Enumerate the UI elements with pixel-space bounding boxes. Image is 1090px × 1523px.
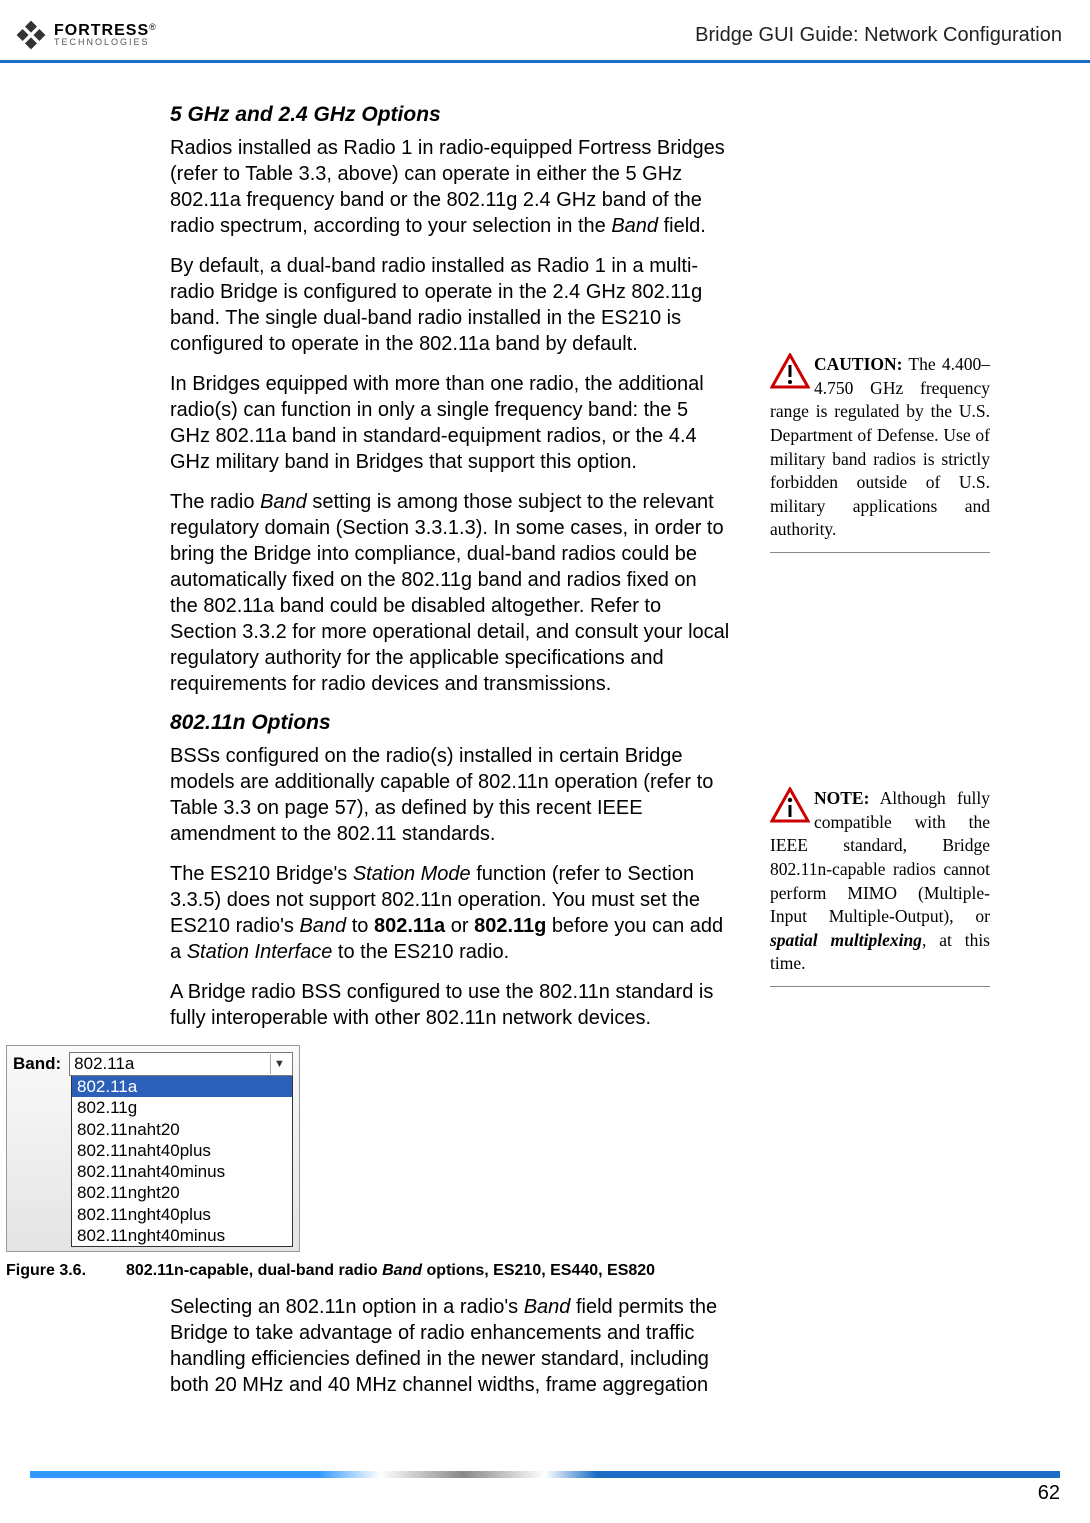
band-option[interactable]: 802.11a [72,1076,292,1097]
header-title: Bridge GUI Guide: Network Configuration [695,24,1062,47]
band-selected-value: 802.11a [74,1054,134,1074]
paragraph: The ES210 Bridge's Station Mode function… [170,861,730,965]
figure-caption-text: 802.11n-capable, dual-band radio Band op… [126,1262,655,1280]
page-number: 62 [30,1482,1060,1505]
figure-caption: Figure 3.6. 802.11n-capable, dual-band r… [6,1262,730,1280]
logo-diamond-icon [14,18,48,52]
page-content: 5 GHz and 2.4 GHz Options Radios install… [0,63,1090,1412]
band-option-list: 802.11a 802.11g 802.11naht20 802.11naht4… [71,1075,293,1247]
logo: FORTRESS® TECHNOLOGIES [14,18,156,52]
logo-text: FORTRESS® TECHNOLOGIES [54,23,156,47]
paragraph: In Bridges equipped with more than one r… [170,371,730,475]
note-callout: NOTE: Although fully compatible with the… [770,787,990,987]
section-heading-80211n: 802.11n Options [170,711,730,735]
paragraph: BSSs configured on the radio(s) installe… [170,743,730,847]
paragraph: By default, a dual-band radio installed … [170,253,730,357]
band-option[interactable]: 802.11naht40plus [72,1140,292,1161]
band-select[interactable]: 802.11a ▼ [69,1052,293,1076]
paragraph: The radio Band setting is among those su… [170,489,730,697]
logo-line2: TECHNOLOGIES [54,38,156,47]
page-header: FORTRESS® TECHNOLOGIES Bridge GUI Guide:… [0,0,1090,63]
band-combobox: Band: 802.11a ▼ 802.11a 802.11g 802.11na… [6,1045,300,1252]
combo-field-row: Band: 802.11a ▼ [13,1052,293,1076]
note-emphasis: spatial multiplexing [770,930,922,950]
dropdown-arrow-icon[interactable]: ▼ [270,1054,288,1074]
band-option[interactable]: 802.11nght40minus [72,1225,292,1246]
band-option[interactable]: 802.11naht40minus [72,1161,292,1182]
band-option[interactable]: 802.11nght40plus [72,1204,292,1225]
caution-callout: CAUTION: The 4.400–4.750 GHz frequency r… [770,353,990,553]
band-option[interactable]: 802.11nght20 [72,1182,292,1203]
footer-rule [30,1471,1060,1478]
band-label: Band: [13,1054,61,1074]
band-option[interactable]: 802.11naht20 [72,1119,292,1140]
warning-icon [770,353,810,389]
caution-label: CAUTION: [814,354,902,374]
figure-block: Band: 802.11a ▼ 802.11a 802.11g 802.11na… [6,1045,730,1280]
side-column: CAUTION: The 4.400–4.750 GHz frequency r… [770,103,990,1412]
page-footer: 62 [30,1471,1060,1505]
section-heading-5ghz: 5 GHz and 2.4 GHz Options [170,103,730,127]
note-label: NOTE: [814,788,869,808]
paragraph: Selecting an 802.11n option in a radio's… [170,1294,730,1398]
info-icon [770,787,810,823]
logo-line1: FORTRESS® [54,23,156,38]
main-column: 5 GHz and 2.4 GHz Options Radios install… [170,103,730,1412]
paragraph: A Bridge radio BSS configured to use the… [170,979,730,1031]
paragraph: Radios installed as Radio 1 in radio-equ… [170,135,730,239]
band-option[interactable]: 802.11g [72,1097,292,1118]
figure-number: Figure 3.6. [6,1262,126,1280]
